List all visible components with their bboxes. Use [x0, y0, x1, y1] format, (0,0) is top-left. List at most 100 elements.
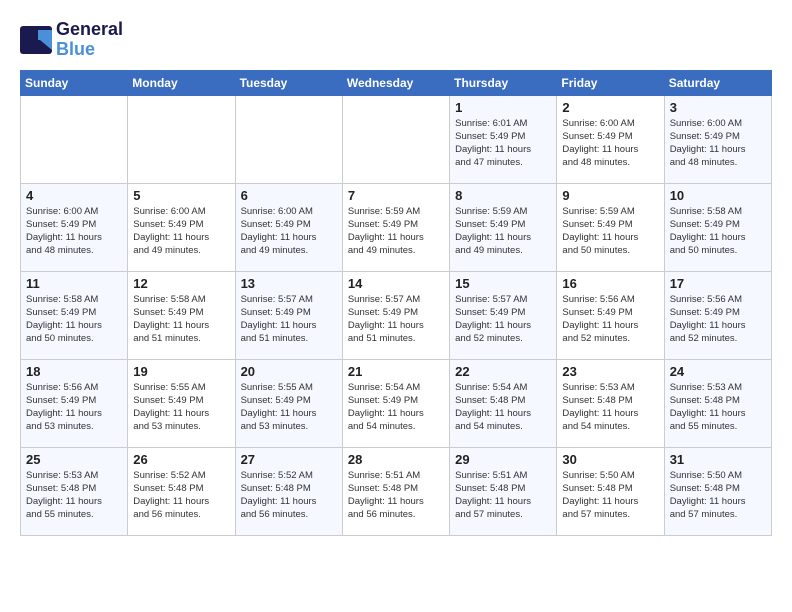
day-info: Sunrise: 5:58 AM Sunset: 5:49 PM Dayligh… — [133, 293, 229, 346]
day-info: Sunrise: 5:59 AM Sunset: 5:49 PM Dayligh… — [562, 205, 658, 258]
day-number: 29 — [455, 452, 551, 467]
calendar-header-row: SundayMondayTuesdayWednesdayThursdayFrid… — [21, 70, 772, 95]
logo-text: General Blue — [56, 20, 123, 60]
day-number: 7 — [348, 188, 444, 203]
day-info: Sunrise: 5:56 AM Sunset: 5:49 PM Dayligh… — [670, 293, 766, 346]
day-info: Sunrise: 5:57 AM Sunset: 5:49 PM Dayligh… — [455, 293, 551, 346]
calendar-cell: 14 Sunrise: 5:57 AM Sunset: 5:49 PM Dayli… — [342, 271, 449, 359]
calendar-cell: 9 Sunrise: 5:59 AM Sunset: 5:49 PM Daylig… — [557, 183, 664, 271]
day-info: Sunrise: 5:53 AM Sunset: 5:48 PM Dayligh… — [26, 469, 122, 522]
calendar-cell: 4Sunrise: 6:00 AM Sunset: 5:49 PM Daylig… — [21, 183, 128, 271]
day-info: Sunrise: 5:56 AM Sunset: 5:49 PM Dayligh… — [562, 293, 658, 346]
calendar-cell: 29 Sunrise: 5:51 AM Sunset: 5:48 PM Dayli… — [450, 447, 557, 535]
day-number: 9 — [562, 188, 658, 203]
day-info: Sunrise: 5:55 AM Sunset: 5:49 PM Dayligh… — [241, 381, 337, 434]
day-info: Sunrise: 6:00 AM Sunset: 5:49 PM Dayligh… — [133, 205, 229, 258]
calendar-cell: 24 Sunrise: 5:53 AM Sunset: 5:48 PM Dayli… — [664, 359, 771, 447]
calendar-cell: 12 Sunrise: 5:58 AM Sunset: 5:49 PM Dayli… — [128, 271, 235, 359]
calendar-cell: 19 Sunrise: 5:55 AM Sunset: 5:49 PM Dayli… — [128, 359, 235, 447]
day-info: Sunrise: 5:54 AM Sunset: 5:49 PM Dayligh… — [348, 381, 444, 434]
day-info: Sunrise: 5:51 AM Sunset: 5:48 PM Dayligh… — [455, 469, 551, 522]
day-number: 23 — [562, 364, 658, 379]
calendar-cell: 2 Sunrise: 6:00 AM Sunset: 5:49 PM Daylig… — [557, 95, 664, 183]
day-number: 30 — [562, 452, 658, 467]
day-number: 4 — [26, 188, 122, 203]
day-number: 12 — [133, 276, 229, 291]
calendar-cell: 28 Sunrise: 5:51 AM Sunset: 5:48 PM Dayli… — [342, 447, 449, 535]
weekday-header: Tuesday — [235, 70, 342, 95]
day-info: Sunrise: 5:59 AM Sunset: 5:49 PM Dayligh… — [348, 205, 444, 258]
day-number: 14 — [348, 276, 444, 291]
day-number: 20 — [241, 364, 337, 379]
day-info: Sunrise: 5:53 AM Sunset: 5:48 PM Dayligh… — [562, 381, 658, 434]
day-info: Sunrise: 5:51 AM Sunset: 5:48 PM Dayligh… — [348, 469, 444, 522]
calendar-cell: 25 Sunrise: 5:53 AM Sunset: 5:48 PM Dayli… — [21, 447, 128, 535]
day-number: 2 — [562, 100, 658, 115]
calendar-week-row: 4 Sunrise: 6:00 AM Sunset: 5:49 PM Daylig… — [21, 183, 772, 271]
day-number: 3 — [670, 100, 766, 115]
day-info: Sunrise: 5:59 AM Sunset: 5:49 PM Dayligh… — [455, 205, 551, 258]
day-number: 5 — [133, 188, 229, 203]
day-info: Sunrise: 6:01 AM Sunset: 5:49 PM Dayligh… — [455, 117, 551, 170]
calendar-cell: 20 Sunrise: 5:55 AM Sunset: 5:49 PM Dayli… — [235, 359, 342, 447]
day-number: 26 — [133, 452, 229, 467]
logo-icon — [20, 26, 52, 54]
day-number: 19 — [133, 364, 229, 379]
calendar-cell: 18Sunrise: 5:56 AM Sunset: 5:49 PM Dayli… — [21, 359, 128, 447]
calendar-cell: 10 Sunrise: 5:58 AM Sunset: 5:49 PM Dayli… — [664, 183, 771, 271]
day-info: Sunrise: 5:55 AM Sunset: 5:49 PM Dayligh… — [133, 381, 229, 434]
day-info: Sunrise: 6:00 AM Sunset: 5:49 PM Dayligh… — [241, 205, 337, 258]
calendar-week-row: 25 Sunrise: 5:53 AM Sunset: 5:48 PM Dayli… — [21, 447, 772, 535]
calendar-cell — [342, 95, 449, 183]
calendar-cell — [128, 95, 235, 183]
calendar-cell: 27Sunrise: 5:52 AM Sunset: 5:48 PM Dayli… — [235, 447, 342, 535]
day-number: 17 — [670, 276, 766, 291]
calendar-table: SundayMondayTuesdayWednesdayThursdayFrid… — [20, 70, 772, 536]
calendar-cell: 7 Sunrise: 5:59 AM Sunset: 5:49 PM Daylig… — [342, 183, 449, 271]
day-number: 1 — [455, 100, 551, 115]
calendar-cell: 13 Sunrise: 5:57 AM Sunset: 5:49 PM Dayli… — [235, 271, 342, 359]
calendar-cell: 23 Sunrise: 5:53 AM Sunset: 5:48 PM Dayli… — [557, 359, 664, 447]
calendar-cell — [21, 95, 128, 183]
day-info: Sunrise: 5:58 AM Sunset: 5:49 PM Dayligh… — [670, 205, 766, 258]
day-number: 10 — [670, 188, 766, 203]
calendar-cell: 16 Sunrise: 5:56 AM Sunset: 5:49 PM Dayli… — [557, 271, 664, 359]
day-info: Sunrise: 6:00 AM Sunset: 5:49 PM Dayligh… — [562, 117, 658, 170]
day-number: 31 — [670, 452, 766, 467]
calendar-cell: 17 Sunrise: 5:56 AM Sunset: 5:49 PM Dayli… — [664, 271, 771, 359]
weekday-header: Wednesday — [342, 70, 449, 95]
day-info: Sunrise: 5:54 AM Sunset: 5:48 PM Dayligh… — [455, 381, 551, 434]
calendar-cell: 21 Sunrise: 5:54 AM Sunset: 5:49 PM Dayli… — [342, 359, 449, 447]
day-number: 21 — [348, 364, 444, 379]
day-info: Sunrise: 5:50 AM Sunset: 5:48 PM Dayligh… — [562, 469, 658, 522]
day-number: 25 — [26, 452, 122, 467]
weekday-header: Monday — [128, 70, 235, 95]
day-info: Sunrise: 5:52 AM Sunset: 5:48 PM Dayligh… — [241, 469, 337, 522]
day-info: Sunrise: 6:00 AM Sunset: 5:49 PM Dayligh… — [670, 117, 766, 170]
day-info: Sunrise: 5:58 AM Sunset: 5:49 PM Dayligh… — [26, 293, 122, 346]
calendar-cell: 6Sunrise: 6:00 AM Sunset: 5:49 PM Daylig… — [235, 183, 342, 271]
weekday-header: Saturday — [664, 70, 771, 95]
calendar-cell — [235, 95, 342, 183]
calendar-cell: 15Sunrise: 5:57 AM Sunset: 5:49 PM Dayli… — [450, 271, 557, 359]
day-number: 24 — [670, 364, 766, 379]
day-number: 22 — [455, 364, 551, 379]
calendar-cell: 8Sunrise: 5:59 AM Sunset: 5:49 PM Daylig… — [450, 183, 557, 271]
calendar-cell: 22 Sunrise: 5:54 AM Sunset: 5:48 PM Dayli… — [450, 359, 557, 447]
day-number: 18 — [26, 364, 122, 379]
page-header: General Blue — [20, 20, 772, 60]
calendar-cell: 3 Sunrise: 6:00 AM Sunset: 5:49 PM Daylig… — [664, 95, 771, 183]
day-info: Sunrise: 5:53 AM Sunset: 5:48 PM Dayligh… — [670, 381, 766, 434]
weekday-header: Thursday — [450, 70, 557, 95]
day-number: 11 — [26, 276, 122, 291]
calendar-cell: 26Sunrise: 5:52 AM Sunset: 5:48 PM Dayli… — [128, 447, 235, 535]
day-info: Sunrise: 5:57 AM Sunset: 5:49 PM Dayligh… — [241, 293, 337, 346]
day-number: 16 — [562, 276, 658, 291]
logo: General Blue — [20, 20, 123, 60]
day-info: Sunrise: 5:57 AM Sunset: 5:49 PM Dayligh… — [348, 293, 444, 346]
weekday-header: Sunday — [21, 70, 128, 95]
day-number: 13 — [241, 276, 337, 291]
calendar-cell: 1 Sunrise: 6:01 AM Sunset: 5:49 PM Daylig… — [450, 95, 557, 183]
weekday-header: Friday — [557, 70, 664, 95]
day-number: 28 — [348, 452, 444, 467]
